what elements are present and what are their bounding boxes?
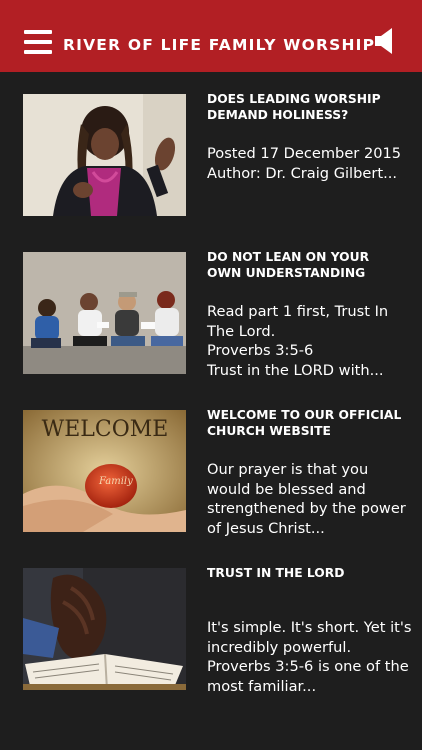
app-title: RIVER OF LIFE FAMILY WORSHIP: [63, 36, 376, 54]
hamburger-menu-icon[interactable]: [24, 30, 52, 54]
post-excerpt: Posted 17 December 2015 Author: Dr. Crai…: [207, 145, 402, 182]
speaker-icon[interactable]: [373, 26, 395, 56]
post-title[interactable]: TRUST IN THE LORD: [207, 566, 407, 582]
post-thumbnail-group-reading[interactable]: [23, 252, 186, 374]
welcome-apple-image: WELCOME Family: [23, 410, 186, 532]
praying-hands-bible-image: [23, 568, 186, 690]
post-item[interactable]: WELCOME Family WELCOME TO OUR OFFICIAL C…: [0, 408, 422, 540]
praying-woman-image: [23, 94, 186, 216]
post-excerpt: Our prayer is that you would be blessed …: [207, 461, 406, 537]
post-thumbnail-praying-hands[interactable]: [23, 568, 186, 690]
post-item[interactable]: DOES LEADING WORSHIP DEMAND HOLINESS? Po…: [0, 92, 422, 224]
post-item[interactable]: DO NOT LEAN ON YOUR OWN UNDERSTANDING Re…: [0, 250, 422, 382]
post-thumbnail-welcome[interactable]: WELCOME Family: [23, 410, 186, 532]
family-image-text: Family: [98, 476, 133, 487]
post-title[interactable]: DO NOT LEAN ON YOUR OWN UNDERSTANDING: [207, 250, 407, 281]
app-header: RIVER OF LIFE FAMILY WORSHIP: [0, 0, 422, 72]
post-excerpt: Read part 1 first, Trust In The Lord. Pr…: [207, 303, 389, 379]
post-thumbnail-praying-woman[interactable]: [23, 94, 186, 216]
post-excerpt: It's simple. It's short. Yet it's incred…: [207, 619, 412, 695]
group-reading-image: [23, 252, 186, 374]
post-title[interactable]: DOES LEADING WORSHIP DEMAND HOLINESS?: [207, 92, 407, 123]
welcome-image-text: WELCOME: [42, 417, 169, 442]
post-title[interactable]: WELCOME TO OUR OFFICIAL CHURCH WEBSITE: [207, 408, 407, 439]
post-item[interactable]: TRUST IN THE LORD It's simple. It's shor…: [0, 566, 422, 698]
